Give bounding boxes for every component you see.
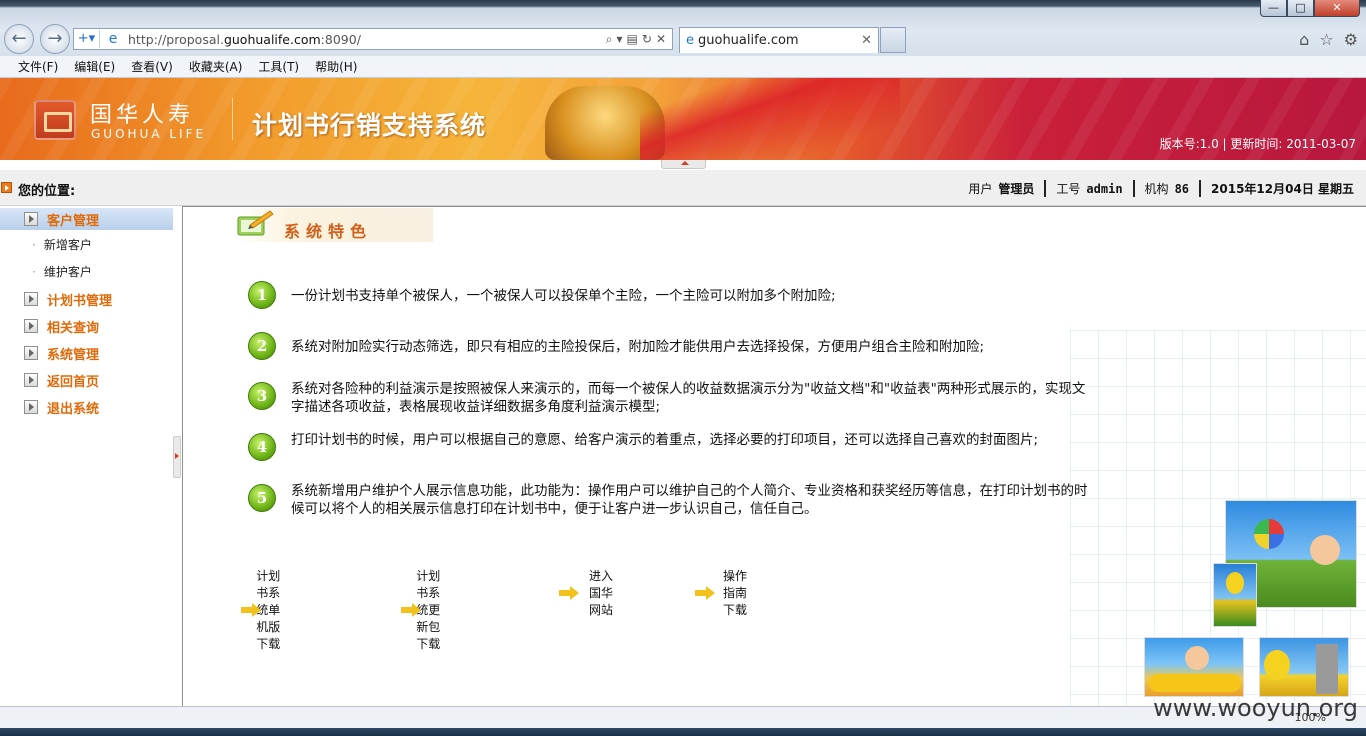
menu-view[interactable]: 查看(V) (131, 58, 173, 75)
expand-arrow-icon (24, 373, 38, 387)
sidebar-item-system-mgmt[interactable]: 系统管理 (0, 342, 173, 364)
guohua-logo-icon (34, 100, 76, 140)
org-code: 86 (1174, 182, 1190, 196)
gear-icon[interactable]: ⚙ (1344, 30, 1358, 49)
location-label: 您的位置: (18, 184, 76, 199)
arrow-right-icon (401, 602, 423, 617)
url-text[interactable]: http://proposal.guohualife.com:8090/ (122, 32, 606, 47)
menu-tools[interactable]: 工具(T) (258, 58, 299, 75)
link-update-download[interactable]: 计划书系统更新包下载 (401, 567, 445, 652)
expand-arrow-icon (24, 400, 38, 414)
menu-favorites[interactable]: 收藏夹(A) (189, 58, 243, 75)
stop-icon[interactable]: ✕ (656, 32, 666, 47)
ie-tab-icon: e (686, 33, 694, 48)
system-title: 计划书行销支持系统 (252, 111, 487, 140)
ie-page-icon: e (108, 31, 118, 47)
compatibility-icon[interactable]: ▤ (627, 32, 638, 47)
feature-item: 2 系统对附加险实行动态筛选，即只有相应的主险投保后，附加险才能供用户去选择投保… (248, 332, 1088, 364)
menu-edit[interactable]: 编辑(E) (74, 58, 115, 75)
clocktower-tulips-photo (1259, 637, 1349, 697)
refresh-icon[interactable]: ↻ (642, 32, 652, 47)
feature-text: 打印计划书的时候，用户可以根据自己的意愿、给客户演示的着重点，选择必要的打印项目… (291, 432, 1039, 448)
sidebar-item-customer-mgmt[interactable]: 客户管理 (0, 208, 173, 230)
current-date: 2015年12月04日 星期五 (1211, 182, 1354, 196)
user-segment: 用户 管理员 (968, 182, 1035, 196)
windows-taskbar (0, 728, 1366, 736)
number-badge-1: 1 (248, 281, 276, 309)
window-controls: — □ ✕ (1260, 0, 1360, 17)
employee-id-segment: 工号 admin (1044, 180, 1132, 197)
close-tab-icon[interactable]: ✕ (861, 33, 872, 48)
tab-title: guohualife.com (698, 33, 799, 48)
girl-photo (1144, 637, 1244, 697)
back-button[interactable]: ← (4, 24, 34, 54)
sidebar-item-maintain-customer[interactable]: 维护客户 (0, 260, 173, 282)
new-tab-button[interactable] (880, 27, 906, 53)
forward-button[interactable]: → (40, 24, 70, 54)
arrow-right-icon (241, 602, 263, 617)
minimize-icon[interactable]: — (1260, 0, 1287, 17)
feature-item: 3 系统对各险种的利益演示是按照被保人来演示的，而每一个被保人的收益数据演示分为… (248, 381, 1088, 422)
site-favorite-icon[interactable]: +▾ (74, 30, 100, 48)
version-info: 版本号:1.0 | 更新时间: 2011-03-07 (1159, 137, 1356, 151)
date-segment: 2015年12月04日 星期五 (1199, 180, 1364, 197)
arrow-right-icon (695, 585, 715, 600)
home-icon[interactable]: ⌂ (1299, 30, 1309, 49)
feature-item: 5 系统新增用户维护个人展示信息功能，此功能为：操作用户可以维护自己的个人简介、… (248, 483, 1088, 524)
user-info: 用户 管理员 工号 admin 机构 86 2015年12月04日 星期五 (958, 180, 1364, 197)
number-badge-2: 2 (248, 332, 276, 360)
feature-text: 系统对各险种的利益演示是按照被保人来演示的，而每一个被保人的收益数据演示分为"收… (291, 381, 1086, 415)
arrow-right-icon (559, 585, 579, 600)
sidebar-item-logout[interactable]: 退出系统 (0, 396, 173, 418)
expand-arrow-icon (24, 346, 38, 360)
number-badge-3: 3 (248, 382, 276, 410)
close-window-icon[interactable]: ✕ (1314, 0, 1360, 17)
user-name: 管理员 (998, 182, 1035, 196)
search-icon[interactable]: ⌕ (606, 32, 613, 47)
employee-id: admin (1086, 182, 1123, 196)
number-badge-5: 5 (248, 484, 276, 512)
number-badge-4: 4 (248, 433, 276, 461)
link-standalone-download[interactable]: 计划书系统单机版下载 (241, 567, 285, 652)
menu-bar: 文件(F) 编辑(E) 查看(V) 收藏夹(A) 工具(T) 帮助(H) (0, 56, 1366, 78)
feature-text: 一份计划书支持单个被保人，一个被保人可以投保单个主险，一个主险可以附加多个附加险… (291, 288, 836, 304)
expand-arrow-icon (24, 212, 38, 226)
link-guohua-website[interactable]: 进入国华网站 (559, 567, 615, 618)
menu-help[interactable]: 帮助(H) (315, 58, 357, 75)
collapse-header-toggle[interactable] (661, 160, 706, 169)
sidebar-item-query[interactable]: 相关查询 (0, 315, 173, 337)
address-bar[interactable]: +▾ e http://proposal.guohualife.com:8090… (73, 28, 673, 50)
feature-text: 系统对附加险实行动态筛选，即只有相应的主险投保后，附加险才能供用户去选择投保，方… (291, 339, 985, 355)
sidebar-item-plan-mgmt[interactable]: 计划书管理 (0, 288, 173, 310)
sidebar-item-home[interactable]: 返回首页 (0, 369, 173, 391)
sidebar: 客户管理 新增客户 维护客户 计划书管理 相关查询 系统管理 返回首页 退出系统 (0, 206, 182, 706)
maximize-icon[interactable]: □ (1287, 0, 1314, 17)
logo-chinese: 国华人寿 (90, 103, 195, 128)
dropdown-icon[interactable]: ▾ (617, 32, 623, 47)
menu-file[interactable]: 文件(F) (18, 58, 58, 75)
expand-arrow-icon (24, 319, 38, 333)
location-arrow-icon (1, 182, 12, 193)
link-guide-download[interactable]: 操作指南下载 (695, 567, 749, 618)
watermark: www.wooyun.org (1153, 694, 1358, 722)
feature-item: 1 一份计划书支持单个被保人，一个被保人可以投保单个主险，一个主险可以附加多个附… (248, 281, 1088, 313)
logo-english: GUOHUA LIFE (91, 127, 207, 141)
features-heading: 系统特色 (284, 222, 373, 241)
sidebar-collapse-handle[interactable] (173, 436, 181, 478)
expand-arrow-icon (24, 292, 38, 306)
feature-item: 4 打印计划书的时候，用户可以根据自己的意愿、给客户演示的着重点，选择必要的打印… (248, 432, 1088, 473)
notebook-pencil-icon (237, 210, 274, 236)
favorites-star-icon[interactable]: ☆ (1319, 30, 1333, 49)
browser-tab[interactable]: e guohualife.com ✕ (679, 27, 879, 53)
org-segment: 机构 86 (1132, 180, 1199, 197)
tulip-photo (1213, 563, 1257, 627)
logo-divider (232, 98, 233, 140)
feature-text: 系统新增用户维护个人展示信息功能，此功能为：操作用户可以维护自己的个人简介、专业… (291, 483, 1088, 517)
sidebar-item-add-customer[interactable]: 新增客户 (0, 233, 173, 255)
red-ribbon-image (640, 78, 900, 160)
